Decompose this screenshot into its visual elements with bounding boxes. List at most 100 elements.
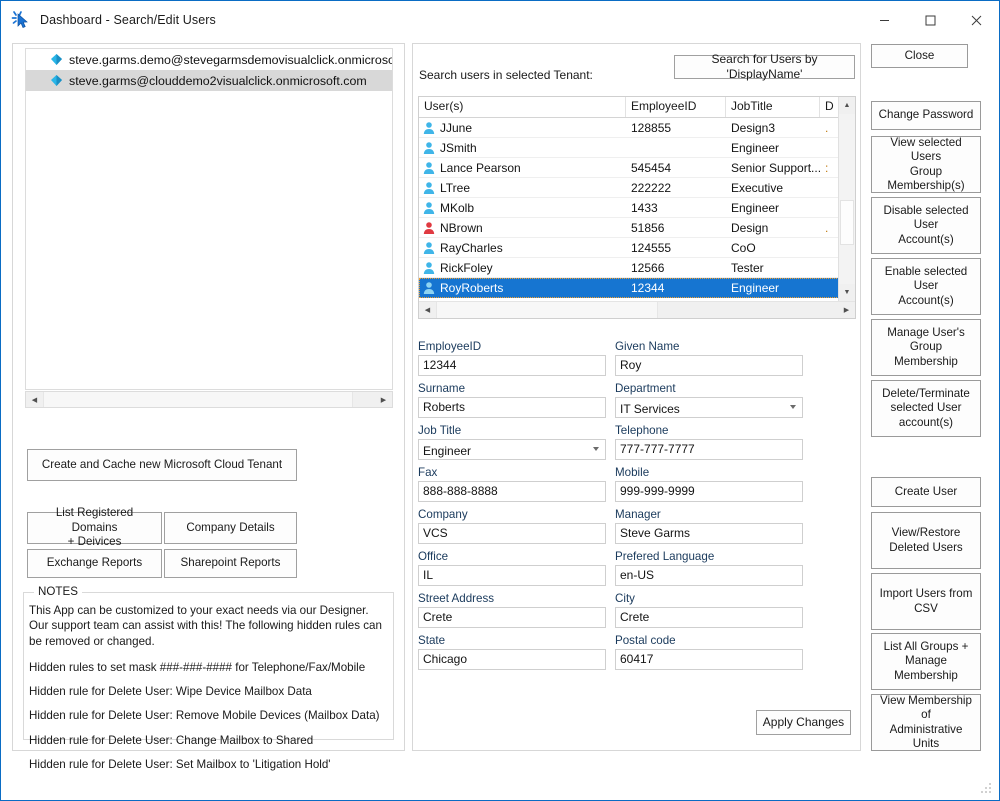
- user-icon-blue: [422, 261, 436, 275]
- resize-grip[interactable]: [981, 783, 993, 795]
- list-all-groups-button[interactable]: List All Groups + Manage Membership: [871, 633, 981, 690]
- close-button[interactable]: Close: [871, 44, 968, 68]
- close-window-button[interactable]: [953, 1, 999, 39]
- maximize-button[interactable]: [907, 1, 953, 39]
- scroll-left-icon[interactable]: ◀: [419, 302, 436, 318]
- table-row[interactable]: RoyRoberts 12344 Engineer: [419, 278, 855, 298]
- cell-user: JSmith: [419, 141, 626, 155]
- users-grid[interactable]: User(s) EmployeeID JobTitle D JJune 1288…: [418, 96, 856, 319]
- scroll-thumb[interactable]: [840, 200, 854, 245]
- postal-code-input[interactable]: 60417: [615, 649, 803, 670]
- column-header-users[interactable]: User(s): [419, 97, 626, 117]
- scroll-down-icon[interactable]: ▼: [839, 284, 855, 301]
- label-manager: Manager: [615, 508, 803, 521]
- tenant-list-horizontal-scrollbar[interactable]: ◀ ▶: [25, 391, 393, 408]
- view-admin-units-membership-button[interactable]: View Membership of Administrative Units: [871, 694, 981, 751]
- cell-user: NBrown: [419, 221, 626, 235]
- cell-jobtitle: Executive: [726, 181, 820, 195]
- column-header-department[interactable]: D: [820, 97, 840, 117]
- list-item[interactable]: steve.garms@clouddemo2visualclick.onmicr…: [26, 70, 392, 91]
- enable-user-accounts-button[interactable]: Enable selected User Account(s): [871, 258, 981, 315]
- column-header-employeeid[interactable]: EmployeeID: [626, 97, 726, 117]
- field-office: Office IL: [418, 550, 606, 586]
- disable-user-accounts-button[interactable]: Disable selected User Account(s): [871, 197, 981, 254]
- list-registered-domains-button[interactable]: List Registered Domains + Deivices: [27, 512, 162, 544]
- cell-department: :: [820, 161, 840, 175]
- state-input[interactable]: Chicago: [418, 649, 606, 670]
- grid-horizontal-scrollbar[interactable]: ◀ ▶: [419, 301, 855, 318]
- office-input[interactable]: IL: [418, 565, 606, 586]
- preferred-language-input[interactable]: en-US: [615, 565, 803, 586]
- create-user-button[interactable]: Create User: [871, 477, 981, 507]
- job-title-dropdown[interactable]: Engineer: [418, 439, 606, 460]
- scroll-track[interactable]: [658, 302, 838, 318]
- scroll-left-icon[interactable]: ◀: [26, 392, 43, 407]
- surname-input[interactable]: Roberts: [418, 397, 606, 418]
- telephone-input[interactable]: 777-777-7777: [615, 439, 803, 460]
- given-name-input[interactable]: Roy: [615, 355, 803, 376]
- cell-employeeid: 51856: [626, 221, 726, 235]
- field-manager: Manager Steve Garms: [615, 508, 803, 544]
- cell-employeeid: 12344: [626, 281, 726, 295]
- cell-department: .: [820, 221, 840, 235]
- field-preferred-language: Prefered Language en-US: [615, 550, 803, 586]
- employeeid-input[interactable]: 12344: [418, 355, 606, 376]
- minimize-button[interactable]: [861, 1, 907, 39]
- user-icon-red: [422, 221, 436, 235]
- manage-user-group-membership-button[interactable]: Manage User's Group Membership: [871, 319, 981, 376]
- exchange-reports-button[interactable]: Exchange Reports: [27, 549, 162, 578]
- mobile-input[interactable]: 999-999-9999: [615, 481, 803, 502]
- sharepoint-reports-button[interactable]: Sharepoint Reports: [164, 549, 297, 578]
- cell-user-label: NBrown: [440, 221, 483, 235]
- scroll-thumb[interactable]: [43, 392, 353, 407]
- company-details-button[interactable]: Company Details: [164, 512, 297, 544]
- column-header-jobtitle[interactable]: JobTitle: [726, 97, 820, 117]
- label-state: State: [418, 634, 606, 647]
- tenant-diamond-icon: [50, 74, 63, 87]
- cell-user-label: JJune: [440, 121, 472, 135]
- apply-changes-button[interactable]: Apply Changes: [756, 710, 851, 735]
- title-bar: Dashboard - Search/Edit Users: [1, 1, 999, 39]
- field-street-address: Street Address Crete: [418, 592, 606, 628]
- label-postal-code: Postal code: [615, 634, 803, 647]
- department-dropdown[interactable]: IT Services: [615, 397, 803, 418]
- field-surname: Surname Roberts: [418, 382, 606, 418]
- import-users-csv-button[interactable]: Import Users from CSV: [871, 573, 981, 630]
- table-row[interactable]: JSmith Engineer: [419, 138, 855, 158]
- label-company: Company: [418, 508, 606, 521]
- table-row[interactable]: MKolb 1433 Engineer: [419, 198, 855, 218]
- grid-vertical-scrollbar[interactable]: ▲ ▼: [838, 97, 855, 301]
- list-item[interactable]: steve.garms.demo@stevegarmsdemovisualcli…: [26, 49, 392, 70]
- scroll-right-icon[interactable]: ▶: [375, 392, 392, 407]
- company-input[interactable]: VCS: [418, 523, 606, 544]
- manager-input[interactable]: Steve Garms: [615, 523, 803, 544]
- street-address-input[interactable]: Crete: [418, 607, 606, 628]
- table-row[interactable]: RickFoley 12566 Tester: [419, 258, 855, 278]
- table-row[interactable]: RayCharles 124555 CoO: [419, 238, 855, 258]
- tenant-list[interactable]: steve.garms.demo@stevegarmsdemovisualcli…: [25, 48, 393, 390]
- field-mobile: Mobile 999-999-9999: [615, 466, 803, 502]
- view-group-membership-button[interactable]: View selected Users Group Membership(s): [871, 136, 981, 193]
- table-row[interactable]: LTree 222222 Executive: [419, 178, 855, 198]
- change-password-button[interactable]: Change Password: [871, 101, 981, 130]
- scroll-track[interactable]: [43, 392, 375, 407]
- city-input[interactable]: Crete: [615, 607, 803, 628]
- scroll-right-icon[interactable]: ▶: [838, 302, 855, 318]
- view-restore-deleted-users-button[interactable]: View/Restore Deleted Users: [871, 512, 981, 569]
- label-department: Department: [615, 382, 803, 395]
- note-line: Hidden rule for Delete User: Change Mail…: [29, 733, 388, 748]
- fax-input[interactable]: 888-888-8888: [418, 481, 606, 502]
- cell-employeeid: 545454: [626, 161, 726, 175]
- click-cursor-icon: [10, 9, 32, 31]
- scroll-up-icon[interactable]: ▲: [839, 97, 855, 114]
- table-row[interactable]: Lance Pearson 545454 Senior Support... :: [419, 158, 855, 178]
- delete-terminate-user-button[interactable]: Delete/Terminate selected User account(s…: [871, 380, 981, 437]
- search-users-button[interactable]: Search for Users by 'DisplayName': [674, 55, 855, 79]
- user-icon-blue: [422, 241, 436, 255]
- table-row[interactable]: JJune 128855 Design3 .: [419, 118, 855, 138]
- table-row[interactable]: NBrown 51856 Design .: [419, 218, 855, 238]
- label-city: City: [615, 592, 803, 605]
- scroll-thumb[interactable]: [436, 302, 658, 318]
- field-department: Department IT Services: [615, 382, 803, 418]
- create-cache-tenant-button[interactable]: Create and Cache new Microsoft Cloud Ten…: [27, 449, 297, 481]
